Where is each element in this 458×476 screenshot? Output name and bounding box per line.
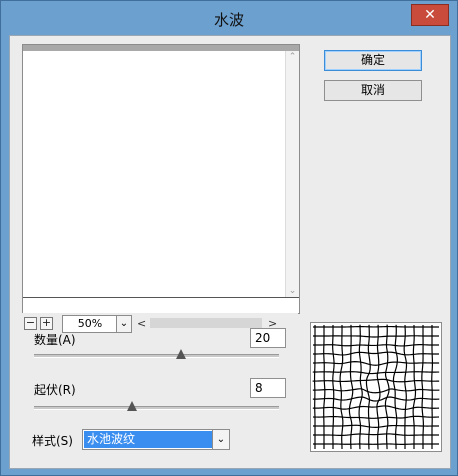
ripple-preview (310, 322, 442, 452)
zoom-dropdown-icon[interactable]: ⌄ (116, 315, 132, 333)
zoom-in-button[interactable]: + (40, 317, 53, 330)
close-button[interactable]: ✕ (411, 4, 449, 26)
ripple-grid-icon (312, 324, 440, 450)
preview-top-border (23, 45, 299, 51)
amount-slider-thumb[interactable] (176, 349, 186, 359)
title-bar: 水波 ✕ (1, 1, 457, 35)
dialog-content: ⌃ ⌄ − + 50% ⌄ < > 确定 取消 数量(A) 20 起伏(R) 8… (9, 35, 451, 469)
preview-pane: ⌃ ⌄ (22, 44, 300, 314)
amount-label: 数量(A) (34, 333, 76, 347)
amount-slider-track[interactable] (34, 354, 279, 358)
amount-field[interactable]: 20 (250, 328, 286, 348)
ridges-slider-thumb[interactable] (127, 401, 137, 411)
style-selected-value: 水池波纹 (84, 431, 213, 448)
ridges-field[interactable]: 8 (250, 378, 286, 398)
ridges-slider-track[interactable] (34, 406, 279, 410)
style-select[interactable]: 水池波纹 ⌄ (82, 429, 230, 450)
scroll-left-icon[interactable]: < (137, 317, 146, 330)
ok-button[interactable]: 确定 (324, 50, 422, 71)
zoom-out-button[interactable]: − (24, 317, 37, 330)
scroll-up-icon[interactable]: ⌃ (286, 51, 299, 63)
horizontal-scrollbar[interactable] (150, 318, 262, 328)
preview-divider (23, 297, 299, 298)
cancel-button[interactable]: 取消 (324, 80, 422, 101)
ridges-label: 起伏(R) (34, 383, 76, 397)
dialog-window: 水波 ✕ ⌃ ⌄ − + 50% ⌄ < > 确定 取消 数量(A) 20 起伏… (0, 0, 458, 476)
vertical-scrollbar[interactable]: ⌃ ⌄ (285, 51, 299, 297)
style-label: 样式(S) (32, 434, 73, 448)
window-title: 水波 (213, 11, 244, 29)
style-dropdown-icon[interactable]: ⌄ (212, 430, 229, 449)
scroll-down-icon[interactable]: ⌄ (286, 285, 299, 297)
